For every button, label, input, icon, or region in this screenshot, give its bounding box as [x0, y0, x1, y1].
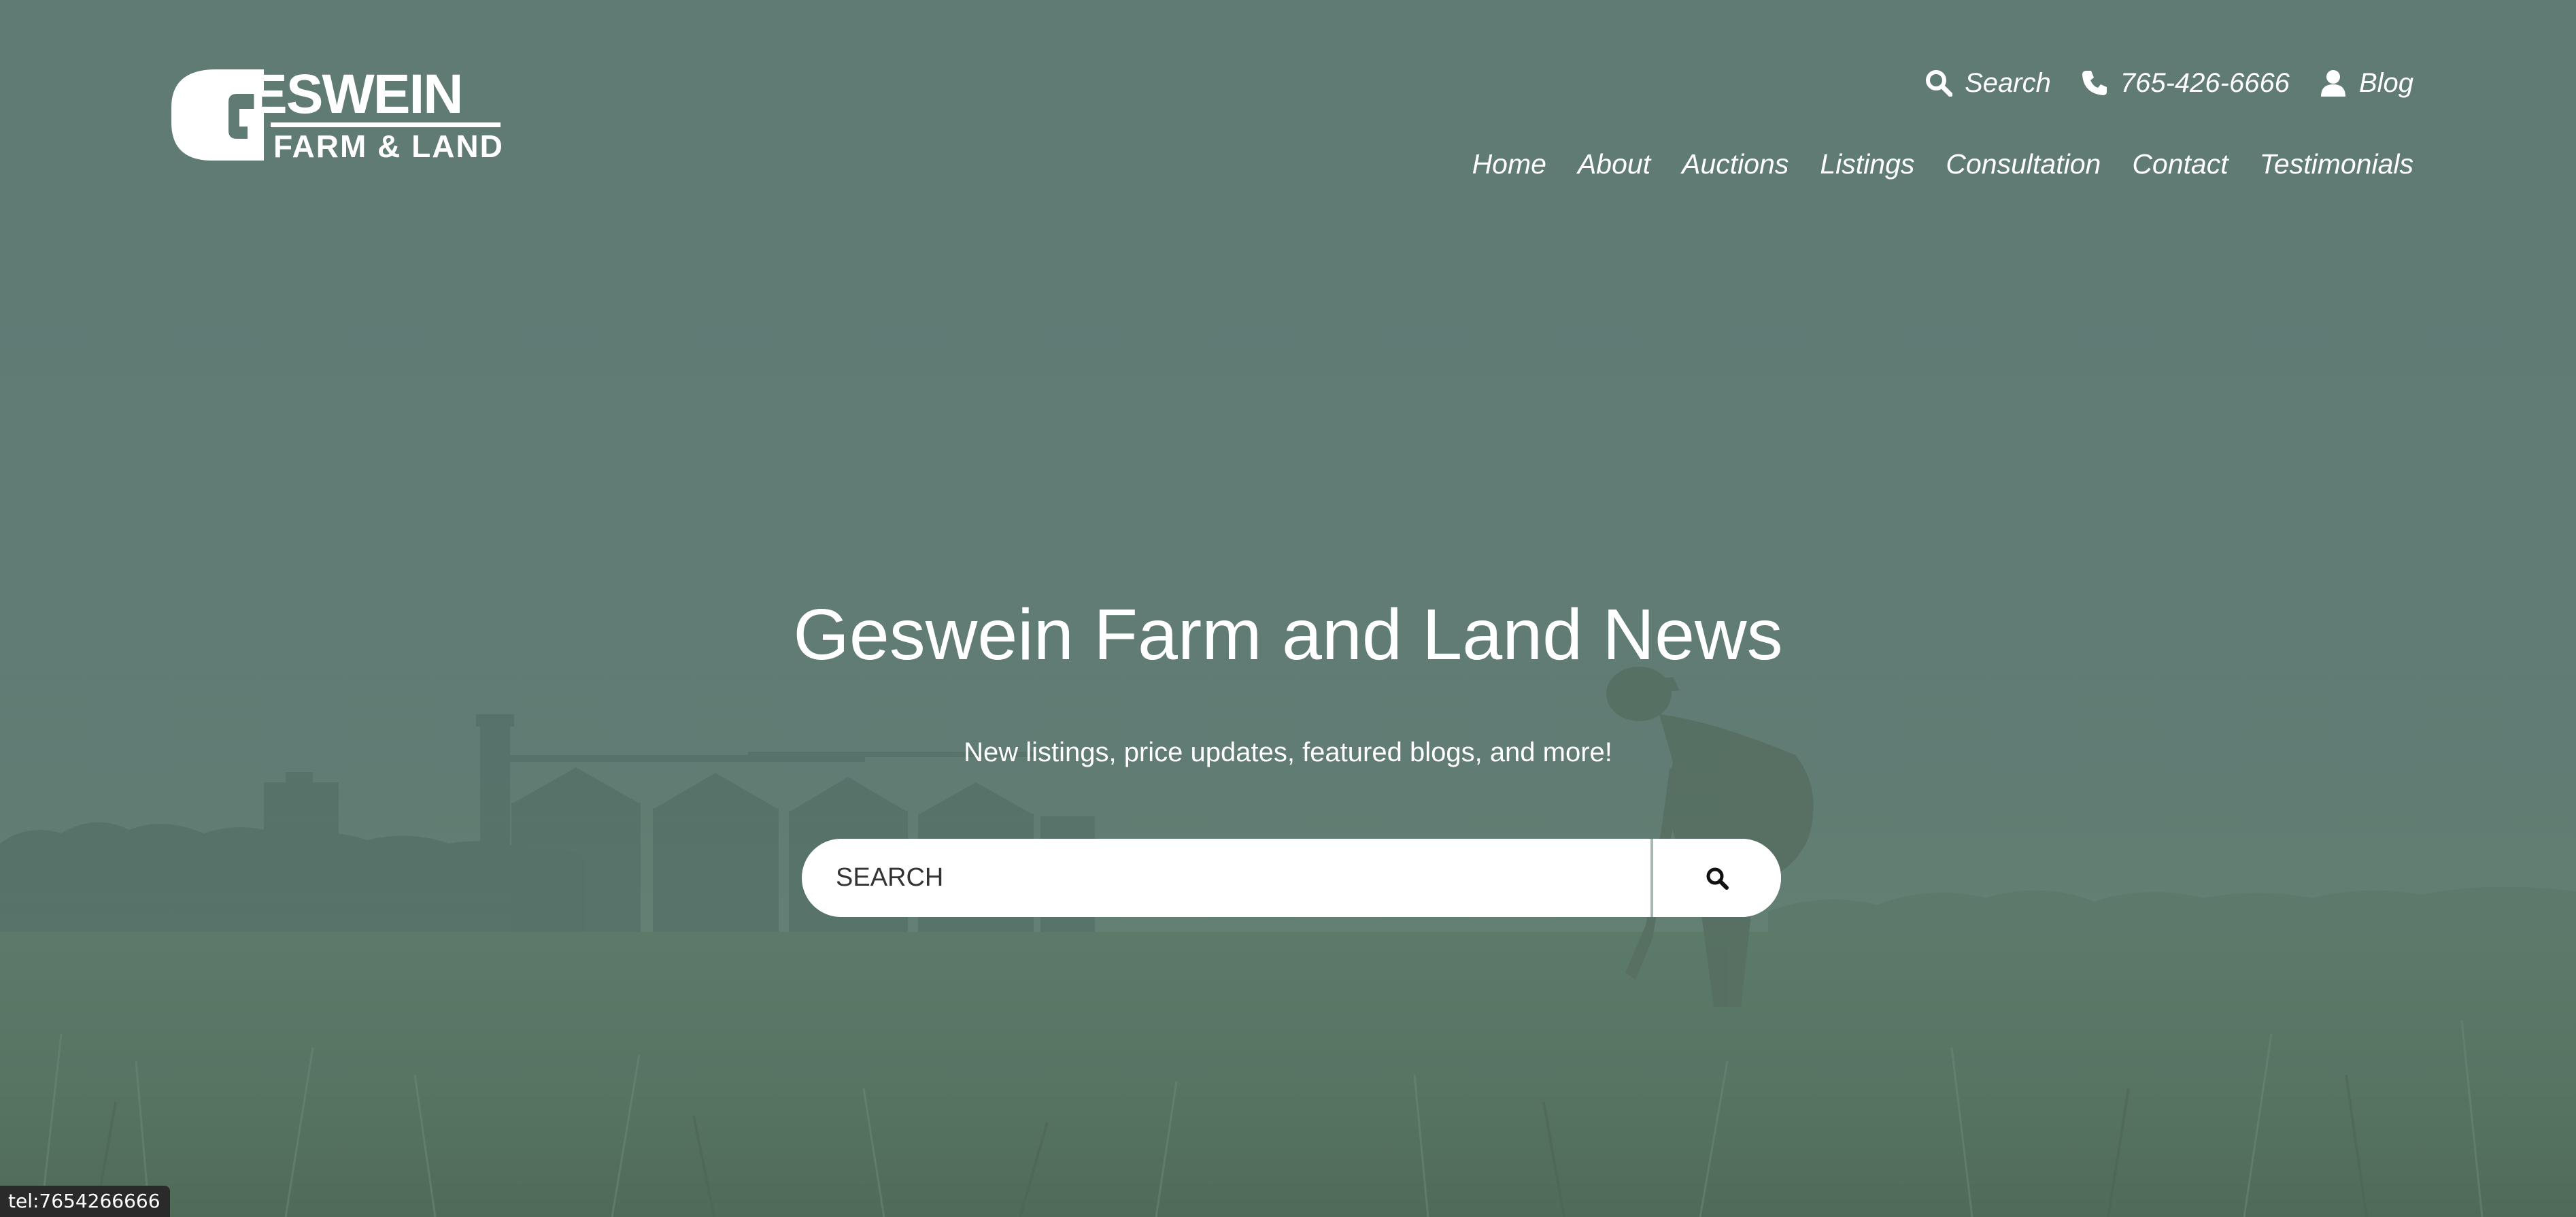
- nav-item-home[interactable]: Home: [1472, 148, 1546, 180]
- logo-wordmark: ESWEIN: [250, 68, 462, 125]
- main-nav: Home About Auctions Listings Consultatio…: [1472, 146, 2413, 182]
- hero-search-button[interactable]: [1653, 839, 1781, 917]
- utility-search-label: Search: [1965, 67, 2051, 98]
- nav-item-listings[interactable]: Listings: [1820, 148, 1914, 180]
- utility-blog-label: Blog: [2358, 67, 2413, 98]
- utility-search-link[interactable]: Search: [1925, 68, 2051, 99]
- page: ESWEIN FARM & LAND Search 765-426-6666 B…: [0, 0, 2576, 1217]
- utility-nav: Search 765-426-6666 Blog: [1925, 65, 2413, 101]
- hero-search-form: [802, 839, 1781, 917]
- search-icon: [1926, 70, 1953, 97]
- utility-phone-link[interactable]: 765-426-6666: [2081, 68, 2290, 99]
- user-icon: [2320, 70, 2345, 97]
- logo-tagline: FARM & LAND: [273, 129, 504, 163]
- nav-item-about[interactable]: About: [1578, 148, 1650, 180]
- hero-title: Geswein Farm and Land News: [793, 595, 1783, 675]
- nav-item-contact[interactable]: Contact: [2132, 148, 2228, 180]
- search-icon: [1706, 867, 1729, 890]
- utility-blog-link[interactable]: Blog: [2320, 68, 2413, 99]
- nav-item-consultation[interactable]: Consultation: [1946, 148, 2101, 180]
- hero-search-input[interactable]: [802, 839, 1650, 917]
- nav-item-auctions[interactable]: Auctions: [1682, 148, 1789, 180]
- utility-phone-label: 765-426-6666: [2120, 67, 2290, 98]
- hero-subtitle: New listings, price updates, featured bl…: [964, 737, 1612, 767]
- phone-icon: [2082, 71, 2107, 95]
- nav-item-testimonials[interactable]: Testimonials: [2260, 148, 2413, 180]
- brand-logo[interactable]: ESWEIN FARM & LAND: [169, 63, 509, 164]
- link-preview-tooltip: tel:7654266666: [0, 1186, 170, 1217]
- brand-logo-mark: ESWEIN FARM & LAND: [171, 63, 504, 164]
